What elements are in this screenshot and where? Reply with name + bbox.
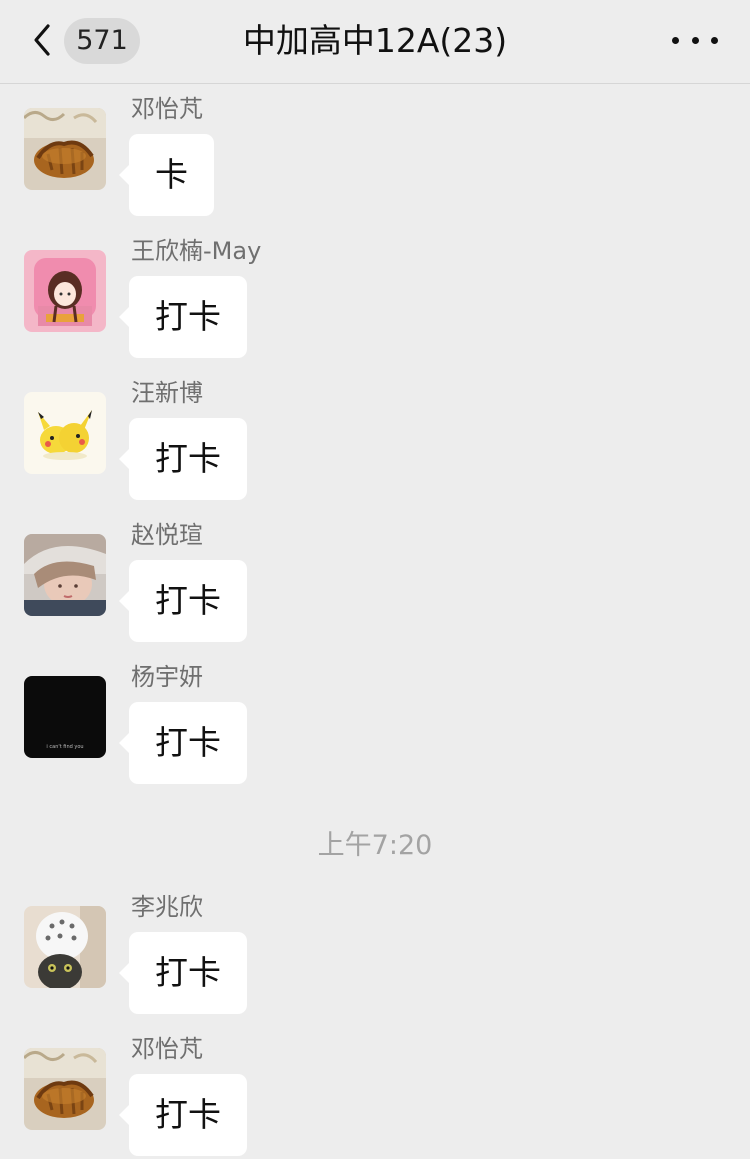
avatar[interactable]: [24, 392, 106, 474]
message-item: 李兆欣 打卡: [0, 890, 750, 1032]
message-bubble[interactable]: 打卡: [119, 932, 247, 1014]
unread-count-badge[interactable]: 571: [64, 18, 140, 64]
croissant-photo-icon: [24, 1048, 106, 1130]
avatar[interactable]: i can't find you: [24, 676, 106, 758]
avatar[interactable]: [24, 250, 106, 332]
back-button[interactable]: [28, 18, 58, 62]
message-timestamp: 上午7:20: [317, 830, 433, 861]
message-bubble[interactable]: 打卡: [119, 276, 247, 358]
chat-screen: 571 中加高中12A(23) 邓怡芃 卡 王欣楠-May 打卡 汪新博 打卡 …: [0, 0, 750, 1159]
avatar[interactable]: [24, 534, 106, 616]
sender-name: 邓怡芃: [131, 95, 203, 123]
message-bubble[interactable]: 打卡: [119, 560, 247, 642]
sender-name: 王欣楠-May: [131, 237, 262, 265]
avatar[interactable]: [24, 1048, 106, 1130]
sender-name: 李兆欣: [131, 893, 203, 921]
chevron-left-icon: [34, 24, 50, 56]
message-item: i can't find you 杨宇妍 打卡: [0, 660, 750, 802]
sender-name: 邓怡芃: [131, 1035, 203, 1063]
avatar-caption: i can't find you: [46, 744, 83, 750]
message-item: 王欣楠-May 打卡: [0, 234, 750, 376]
portrait-photo-icon: [24, 534, 106, 616]
message-bubble[interactable]: 打卡: [119, 702, 247, 784]
message-bubble[interactable]: 卡: [119, 134, 214, 216]
message-bubble[interactable]: 打卡: [119, 418, 247, 500]
black-image-icon: i can't find you: [24, 676, 106, 758]
cat-with-white-clog-icon: [24, 906, 106, 988]
cartoon-girl-pink-icon: [24, 250, 106, 332]
sender-name: 赵悦瑄: [131, 521, 203, 549]
sender-name: 汪新博: [131, 379, 203, 407]
chat-header: 571 中加高中12A(23): [0, 0, 750, 84]
chat-title: 中加高中12A(23): [242, 21, 508, 60]
croissant-photo-icon: [24, 108, 106, 190]
message-item: 邓怡芃 打卡: [0, 1032, 750, 1159]
pikachu-pair-icon: [24, 392, 106, 474]
more-options-button[interactable]: [672, 22, 718, 58]
sender-name: 杨宇妍: [131, 663, 203, 691]
avatar[interactable]: [24, 906, 106, 988]
message-bubble[interactable]: 打卡: [119, 1074, 247, 1156]
ellipsis-icon: [672, 36, 679, 44]
message-item: 赵悦瑄 打卡: [0, 518, 750, 660]
message-item: 邓怡芃 卡: [0, 92, 750, 234]
avatar[interactable]: [24, 108, 106, 190]
message-item: 汪新博 打卡: [0, 376, 750, 518]
